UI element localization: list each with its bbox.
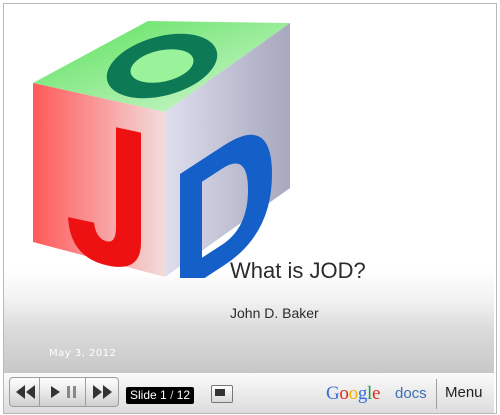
slide-author: John D. Baker <box>230 305 319 321</box>
slide-counter-prefix: Slide <box>130 388 157 402</box>
total-slide-count: 12 <box>176 388 191 402</box>
fast-forward-icon <box>93 385 112 399</box>
docs-label: docs <box>395 385 427 402</box>
slide-date: May 3, 2012 <box>49 348 117 359</box>
play-icon <box>51 386 60 398</box>
previous-slide-button[interactable] <box>9 377 40 407</box>
play-pause-button[interactable] <box>40 377 86 407</box>
next-slide-button[interactable] <box>86 377 119 407</box>
slide-title: What is JOD? <box>230 258 366 283</box>
presentation-toolbar: Slide 1 / 12 Google docs Menu <box>4 372 494 413</box>
menu-button[interactable]: Menu <box>445 384 483 401</box>
google-logo: Google <box>326 383 381 404</box>
rewind-icon <box>16 385 35 399</box>
current-slide-number: 1 <box>160 388 167 402</box>
slide-counter: Slide 1 / 12 <box>126 387 195 404</box>
slide-canvas: What is JOD? John D. Baker May 3, 2012 <box>4 4 494 372</box>
jod-cube-logo <box>33 21 290 278</box>
pause-icon <box>67 386 70 398</box>
screen-icon[interactable] <box>211 385 233 403</box>
toolbar-divider <box>436 379 437 409</box>
